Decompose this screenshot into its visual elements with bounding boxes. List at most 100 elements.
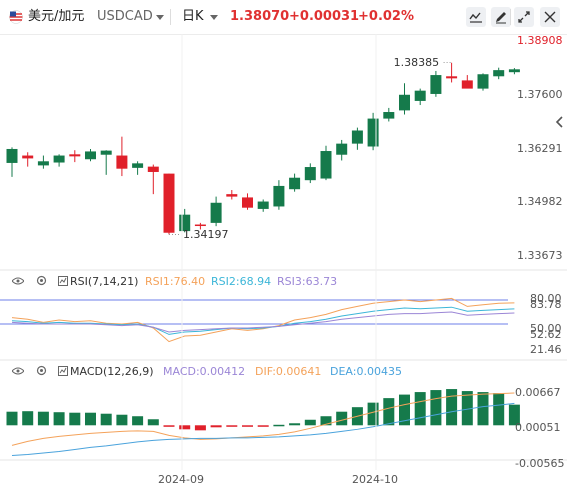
candle: [477, 74, 489, 89]
eye-icon[interactable]: [12, 367, 24, 375]
macd-histogram-bar: [226, 425, 238, 427]
macd-histogram-bar: [304, 419, 316, 426]
eye-icon[interactable]: [12, 277, 24, 285]
price-axis-label: 1.37600: [517, 87, 563, 101]
price-axis-label: 1.34982: [517, 195, 563, 209]
indicator-icon: [58, 276, 68, 286]
rsi1-legend: RSI1:76.40: [145, 275, 206, 288]
rsi-series-line: [11, 297, 515, 343]
macd-histogram-bar: [336, 411, 348, 426]
macd-histogram-bar: [85, 412, 96, 426]
candle: [430, 75, 442, 94]
macd-histogram-bar: [194, 425, 206, 431]
macd-histogram-bar: [414, 392, 426, 426]
collapse-left-icon[interactable]: [555, 116, 563, 128]
indicator-button[interactable]: [466, 7, 486, 27]
macd-histogram-bar: [163, 425, 175, 427]
candle: [461, 80, 473, 89]
macd-histogram-bar: [69, 412, 81, 426]
timeframe-label[interactable]: 日K: [182, 9, 204, 25]
macd-histogram-bar: [273, 424, 285, 427]
rsi2-legend: RSI2:68.94: [211, 275, 272, 288]
candle: [194, 224, 206, 227]
macd-panel: [6, 389, 520, 456]
indicator-icon: [58, 366, 68, 376]
rsi-title: RSI(7,14,21): [70, 275, 139, 288]
macd-histogram-bar: [53, 412, 65, 426]
x-axis-label: 2024-10: [352, 473, 398, 486]
symbol-code[interactable]: USDCAD: [97, 9, 153, 25]
gear-icon[interactable]: [36, 365, 47, 376]
macd-axis-label: -0.00565: [515, 457, 565, 470]
price-axis-label: 1.38908: [517, 34, 563, 48]
macd-axis-label: 0.00667: [515, 386, 561, 399]
draw-button[interactable]: [491, 7, 511, 27]
candle: [257, 201, 269, 209]
candle: [147, 166, 159, 172]
macd-histogram-bar: [289, 423, 301, 426]
candle: [53, 155, 65, 163]
rsi3-legend: RSI3:63.73: [277, 275, 338, 288]
macd-histogram-bar: [37, 411, 49, 426]
candle: [367, 118, 379, 147]
candle: [163, 173, 175, 233]
macd-legend: MACD:0.00412: [163, 365, 246, 378]
macd-histogram-bar: [477, 392, 489, 426]
caret-down-icon[interactable]: [156, 15, 164, 20]
indicator-icon: [469, 12, 482, 23]
macd-histogram-bar: [6, 411, 18, 426]
candle: [210, 202, 222, 223]
candle: [226, 194, 238, 197]
caret-down-icon[interactable]: [210, 15, 218, 20]
macd-histogram-bar: [383, 398, 395, 426]
chart-app: 美元/加元 USDCAD 日K 1.38070 +0.00031 +0.02%: [0, 0, 567, 495]
candle: [242, 197, 253, 208]
candle: [69, 154, 81, 157]
macd-histogram-bar: [430, 390, 442, 426]
candle: [132, 163, 144, 168]
dif-legend: DIF:0.00641: [255, 365, 322, 378]
price-axis-label: 1.33673: [517, 249, 563, 263]
candle: [85, 151, 96, 160]
divider: [170, 9, 171, 25]
high-annotation: 1.38385: [393, 55, 440, 69]
symbol-name[interactable]: 美元/加元: [28, 9, 84, 25]
toolbar: 美元/加元 USDCAD 日K 1.38070 +0.00031 +0.02%: [0, 0, 567, 35]
candle: [446, 76, 458, 79]
price-axis-label: 1.36291: [517, 141, 563, 155]
candle: [6, 148, 18, 163]
macd-histogram-bar: [147, 419, 159, 426]
rsi-axis-label: 83.78: [530, 298, 562, 311]
rsi-axis-label: 52.62: [530, 328, 562, 341]
candle: [399, 94, 410, 111]
low-annotation: 1.34197: [183, 227, 229, 241]
macd-histogram-bar: [22, 411, 34, 426]
settings-icon: [544, 11, 556, 23]
macd-histogram-bar: [100, 413, 112, 426]
last-price: 1.38070: [230, 9, 290, 24]
candle: [37, 161, 49, 166]
candle: [22, 155, 34, 159]
macd-histogram-bar: [493, 393, 505, 426]
candle: [351, 130, 363, 144]
macd-histogram-bar: [116, 414, 128, 426]
settings-button[interactable]: [540, 7, 560, 27]
divider: [510, 9, 511, 25]
x-axis-label: 2024-09: [158, 473, 204, 486]
price-change: +0.00031: [289, 9, 360, 24]
macd-histogram-bar: [179, 425, 191, 430]
macd-title: MACD(12,26,9): [70, 365, 154, 378]
price-panel: [6, 62, 520, 236]
macd-axis-label: 0.00051: [515, 421, 561, 434]
gear-icon[interactable]: [36, 275, 47, 286]
chart-canvas[interactable]: [0, 34, 567, 495]
candle: [100, 150, 112, 155]
macd-histogram-bar: [257, 425, 269, 427]
fullscreen-icon: [518, 11, 530, 23]
macd-histogram-bar: [446, 389, 458, 426]
candle: [336, 143, 348, 155]
macd-histogram-bar: [367, 402, 379, 426]
macd-histogram-bar: [210, 425, 222, 428]
fullscreen-button[interactable]: [514, 7, 534, 27]
macd-histogram-bar: [132, 416, 144, 426]
